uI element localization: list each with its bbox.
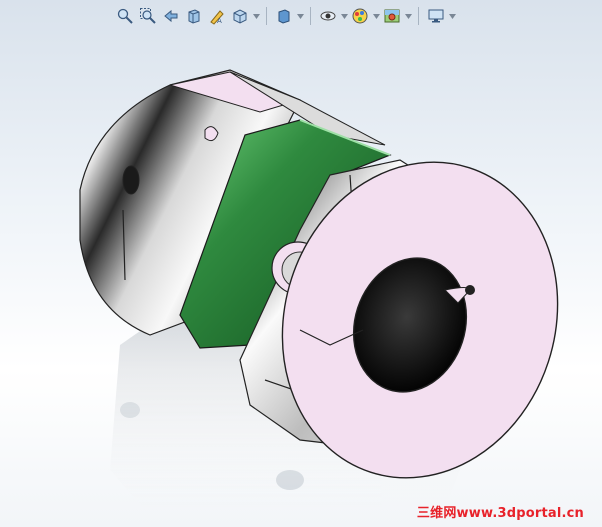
chevron-down-icon <box>340 13 348 19</box>
chevron-down-icon <box>296 13 304 19</box>
edit-appearance-icon <box>352 8 368 24</box>
dynamic-annotation-button[interactable]: A <box>206 5 228 27</box>
monitor-icon <box>428 9 444 23</box>
graphics-viewport[interactable]: A 三维网www.3dportal.cn <box>0 0 602 527</box>
section-view-icon <box>188 9 200 24</box>
chevron-down-icon <box>448 13 456 19</box>
site-watermark: 三维网www.3dportal.cn <box>416 506 584 521</box>
display-style-button[interactable] <box>273 5 295 27</box>
view-orientation-icon <box>233 9 247 24</box>
dynamic-annotation-icon: A <box>210 10 224 25</box>
coupling-model[interactable] <box>0 0 602 527</box>
chevron-down-icon <box>252 13 260 19</box>
view-orientation-button[interactable] <box>229 5 251 27</box>
section-view-button[interactable] <box>183 5 205 27</box>
edit-appearance-button[interactable] <box>349 5 371 27</box>
previous-view-button[interactable] <box>160 5 182 27</box>
heads-up-view-toolbar: A <box>114 4 456 28</box>
view-settings-dropdown[interactable] <box>448 5 456 27</box>
hide-show-dropdown[interactable] <box>340 5 348 27</box>
zoom-to-fit-icon <box>117 8 133 24</box>
chevron-down-icon <box>372 13 380 19</box>
display-style-icon <box>278 9 290 24</box>
svg-text:A: A <box>217 17 222 25</box>
chevron-down-icon <box>404 13 412 19</box>
edit-appearance-dropdown[interactable] <box>372 5 380 27</box>
zoom-to-area-button[interactable] <box>137 5 159 27</box>
previous-view-icon <box>164 9 178 23</box>
toolbar-divider <box>418 7 419 25</box>
apply-scene-button[interactable] <box>381 5 403 27</box>
zoom-to-fit-button[interactable] <box>114 5 136 27</box>
display-style-dropdown[interactable] <box>296 5 304 27</box>
clamp-screw <box>465 285 475 295</box>
zoom-to-area-icon <box>140 8 156 24</box>
toolbar-divider <box>266 7 267 25</box>
hide-show-items-button[interactable] <box>317 5 339 27</box>
view-orientation-dropdown[interactable] <box>252 5 260 27</box>
view-settings-button[interactable] <box>425 5 447 27</box>
hide-show-icon <box>320 11 336 21</box>
toolbar-divider <box>310 7 311 25</box>
apply-scene-icon <box>384 9 400 23</box>
apply-scene-dropdown[interactable] <box>404 5 412 27</box>
left-hub-screw-hole <box>122 165 140 195</box>
